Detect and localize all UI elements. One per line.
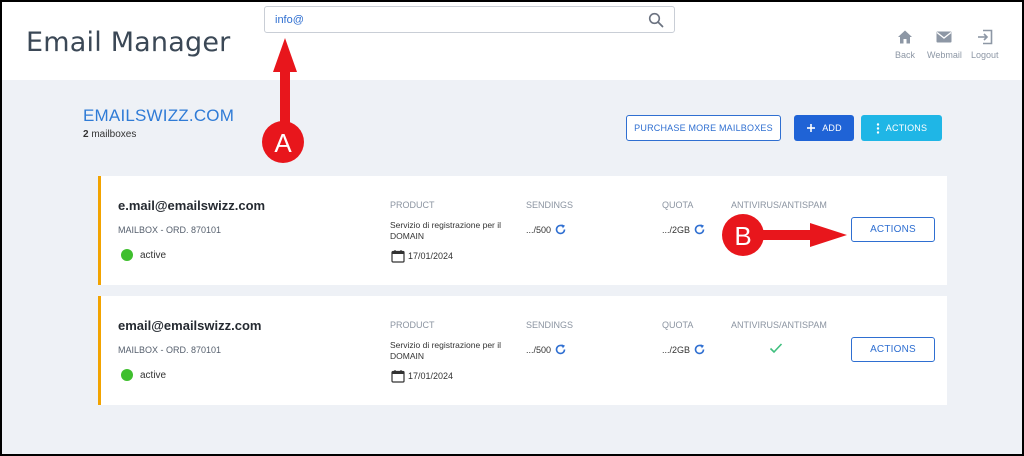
product-date: 17/01/2024	[391, 369, 453, 383]
domain-actions-label: ACTIONS	[885, 123, 928, 133]
more-vertical-icon	[876, 122, 879, 134]
status-dot-icon	[121, 249, 133, 261]
app-frame: Email Manager info@ Back Webmail Logout …	[2, 2, 1022, 454]
mailbox-actions-button[interactable]: ACTIONS	[851, 217, 935, 242]
mailbox-count: 2 mailboxes	[83, 129, 136, 140]
sendings-value: .../500	[526, 343, 567, 356]
mailbox-status: active	[121, 249, 166, 261]
status-dot-icon	[121, 369, 133, 381]
sendings-header: SENDINGS	[526, 320, 574, 330]
search-input[interactable]: info@	[264, 6, 675, 33]
domain-actions-button[interactable]: ACTIONS	[861, 115, 942, 141]
status-text: active	[140, 369, 167, 381]
refresh-icon[interactable]	[554, 223, 567, 236]
mailbox-actions-label: ACTIONS	[870, 224, 916, 235]
mailbox-order: MAILBOX - ORD. 870101	[118, 345, 222, 355]
sendings-value: .../500	[526, 223, 567, 236]
sendings-text: .../500	[526, 344, 552, 355]
quota-header: QUOTA	[662, 320, 694, 330]
product-name: Servizio di registrazione per il DOMAIN	[390, 340, 502, 361]
mailbox-email: email@emailswizz.com	[118, 318, 262, 333]
mailbox-order: MAILBOX - ORD. 870101	[118, 225, 222, 235]
refresh-icon[interactable]	[554, 343, 567, 356]
search-icon[interactable]	[648, 12, 664, 28]
nav-logout-label: Logout	[971, 50, 999, 60]
product-date: 17/01/2024	[391, 249, 453, 263]
date-text: 17/01/2024	[408, 251, 454, 261]
annotation-label-a: A	[274, 128, 292, 158]
date-text: 17/01/2024	[408, 371, 454, 381]
product-header: PRODUCT	[390, 320, 435, 330]
mailbox-actions-button[interactable]: ACTIONS	[851, 337, 935, 362]
annotation-badge-a	[262, 121, 304, 163]
mailbox-actions-label: ACTIONS	[870, 344, 916, 355]
mail-icon	[936, 31, 952, 43]
quota-text: .../2GB	[662, 224, 691, 235]
refresh-icon[interactable]	[693, 343, 706, 356]
calendar-icon	[391, 250, 405, 263]
sendings-header: SENDINGS	[526, 200, 574, 210]
quota-value: .../2GB	[662, 343, 706, 356]
plus-icon	[807, 124, 816, 132]
home-icon	[898, 30, 912, 44]
refresh-icon[interactable]	[693, 223, 706, 236]
check-icon	[769, 343, 783, 354]
nav-webmail-label: Webmail	[927, 50, 962, 60]
product-header: PRODUCT	[390, 200, 435, 210]
top-bar: Email Manager info@ Back Webmail Logout	[2, 2, 1022, 80]
nav-back-label: Back	[895, 50, 916, 60]
search-value: info@	[275, 14, 304, 26]
quota-text: .../2GB	[662, 344, 691, 355]
sendings-text: .../500	[526, 224, 552, 235]
mailbox-count-number: 2	[83, 129, 89, 140]
mailbox-card: email@emailswizz.com MAILBOX - ORD. 8701…	[98, 296, 947, 405]
add-label: ADD	[822, 123, 842, 133]
nav-logout[interactable]: Logout	[971, 28, 999, 60]
calendar-icon	[391, 370, 405, 383]
mailbox-card: e.mail@emailswizz.com MAILBOX - ORD. 870…	[98, 176, 947, 285]
antivirus-header: ANTIVIRUS/ANTISPAM	[731, 200, 827, 210]
purchase-mailboxes-button[interactable]: PURCHASE MORE MAILBOXES	[626, 115, 781, 141]
add-button[interactable]: ADD	[794, 115, 854, 141]
product-name: Servizio di registrazione per il DOMAIN	[390, 220, 502, 241]
quota-value: .../2GB	[662, 223, 706, 236]
mailbox-status: active	[121, 369, 166, 381]
nav-back[interactable]: Back	[895, 28, 915, 60]
purchase-mailboxes-label: PURCHASE MORE MAILBOXES	[634, 123, 773, 133]
mailbox-count-suffix: mailboxes	[91, 129, 137, 140]
domain-title: EMAILSWIZZ.COM	[83, 106, 235, 125]
status-text: active	[140, 249, 167, 261]
antivirus-header: ANTIVIRUS/ANTISPAM	[731, 320, 827, 330]
logout-icon	[977, 29, 993, 45]
quota-header: QUOTA	[662, 200, 694, 210]
nav-webmail[interactable]: Webmail	[927, 28, 962, 60]
mailbox-email: e.mail@emailswizz.com	[118, 198, 266, 213]
app-title: Email Manager	[26, 27, 231, 58]
